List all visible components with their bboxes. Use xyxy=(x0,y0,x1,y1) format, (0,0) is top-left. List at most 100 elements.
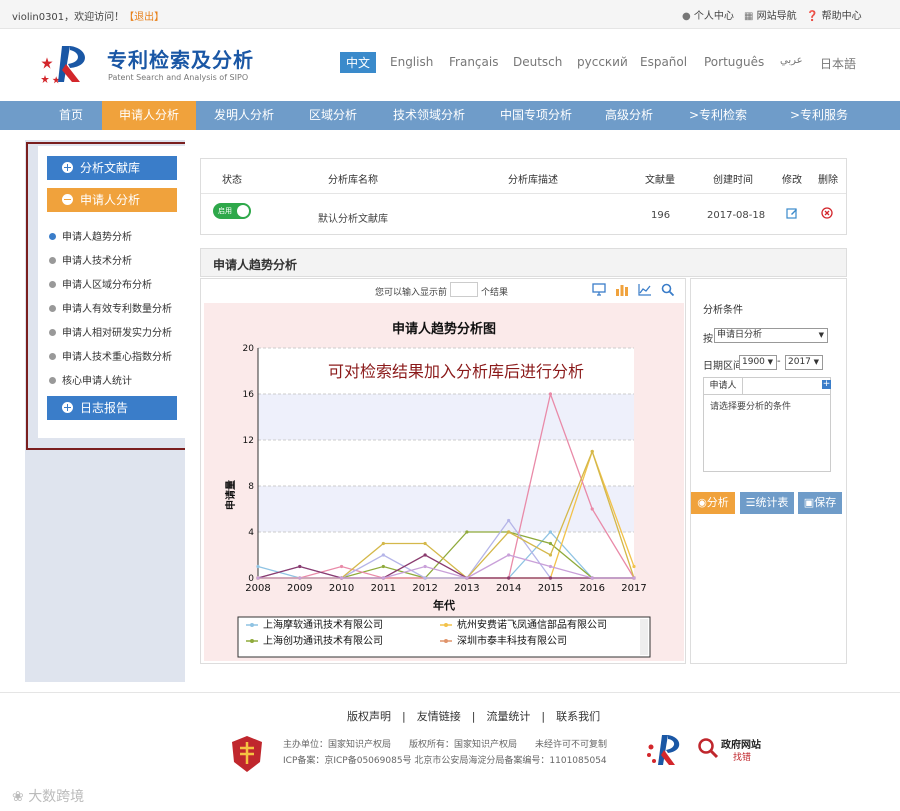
col-delete: 删除 xyxy=(818,175,838,186)
stats-table-button[interactable]: ☰统计表 xyxy=(740,492,794,514)
watermark-logo-icon: ❀ xyxy=(12,789,24,805)
footer-contact-link[interactable]: 联系我们 xyxy=(556,710,600,723)
user-icon: ● xyxy=(682,11,691,22)
line-chart-icon[interactable] xyxy=(638,283,652,296)
lang-es[interactable]: Español xyxy=(640,55,687,69)
data-point xyxy=(590,507,594,511)
help-center-link[interactable]: ❓ 帮助中心 xyxy=(806,7,862,22)
gov-site-badge[interactable]: 政府网站 找错 xyxy=(697,735,767,765)
data-point xyxy=(590,576,594,580)
legend-marker xyxy=(444,623,448,627)
nav-patent-service[interactable]: >专利服务 xyxy=(774,101,864,130)
x-axis-label: 年代 xyxy=(433,598,455,612)
nav-home[interactable]: 首页 xyxy=(40,101,102,130)
footer-traffic-link[interactable]: 流量统计 xyxy=(486,710,530,723)
legend-label[interactable]: 杭州安费诺飞凤通信部品有限公司 xyxy=(457,618,607,631)
legend-marker xyxy=(444,639,448,643)
data-point xyxy=(590,449,594,454)
x-tick-label: 2010 xyxy=(329,583,354,594)
sipo-logo-icon xyxy=(41,46,86,84)
lang-pt[interactable]: Português xyxy=(704,55,764,69)
data-point xyxy=(548,392,553,396)
condition-placeholder[interactable]: 请选择要分析的条件 xyxy=(710,399,791,412)
data-point xyxy=(507,553,511,557)
footer-links: 版权声明 | 友情链接 | 流量统计 | 联系我们 xyxy=(347,710,601,723)
nav-applicant-analysis[interactable]: 申请人分析 xyxy=(102,101,196,130)
data-point xyxy=(548,564,553,569)
footer-friend-links[interactable]: 友情链接 xyxy=(417,710,461,723)
date-to-select[interactable]: 2017 ▼ xyxy=(785,355,823,370)
condition-box: 申请人 请选择要分析的条件 xyxy=(703,377,831,472)
nav-inventor-analysis[interactable]: 发明人分析 xyxy=(200,101,288,130)
y-tick-label: 4 xyxy=(248,528,254,538)
data-point xyxy=(507,518,511,523)
nav-patent-search[interactable]: >专利检索 xyxy=(678,101,758,130)
col-created: 创建时间 xyxy=(713,175,753,186)
search-icon[interactable] xyxy=(661,283,675,296)
magnifier-icon xyxy=(698,738,719,759)
lang-fr[interactable]: Français xyxy=(449,55,498,69)
nav-china-special-analysis[interactable]: 中国专项分析 xyxy=(488,101,584,130)
main-nav: 首页 申请人分析 发明人分析 区域分析 技术领域分析 中国专项分析 高级分析 >… xyxy=(0,101,900,130)
bar-chart-icon[interactable] xyxy=(615,283,629,296)
nav-region-analysis[interactable]: 区域分析 xyxy=(296,101,370,130)
grid-band xyxy=(258,486,634,532)
site-nav-link[interactable]: ▦ 网站导航 xyxy=(744,7,797,22)
edit-icon[interactable] xyxy=(786,207,798,219)
monitor-icon[interactable] xyxy=(592,283,606,296)
nav-tech-field-analysis[interactable]: 技术领域分析 xyxy=(380,101,478,130)
sidebar-highlight-frame xyxy=(26,142,204,450)
y-tick-label: 8 xyxy=(248,482,254,492)
delete-icon[interactable] xyxy=(821,207,833,219)
legend-label[interactable]: 上海创功通讯技术有限公司 xyxy=(263,634,383,647)
welcome-text: violin0301，欢迎访问！【退出】 xyxy=(12,12,165,23)
watermark: ❀ 大数跨境 xyxy=(12,789,85,805)
topn-prompt: 您可以输入显示前 个结果 xyxy=(375,288,509,298)
lang-ar[interactable]: عربي xyxy=(780,55,803,66)
annotation-text: 可对检索结果加入分析库后进行分析 xyxy=(328,362,584,381)
trend-chart: 申请人趋势分析图 048121620 2008 2009 2010 2011 2012 2… xyxy=(224,321,651,658)
logout-link[interactable]: 【退出】 xyxy=(124,12,164,23)
legend-scrollbar[interactable] xyxy=(640,619,648,655)
police-badge-icon[interactable] xyxy=(228,734,266,774)
analysis-by-select[interactable]: 申请日分析 ▼ xyxy=(714,328,828,343)
lang-ja[interactable]: 日本語 xyxy=(820,55,856,72)
add-condition-icon[interactable]: + xyxy=(822,380,831,389)
conditions-title: 分析条件 xyxy=(703,305,743,316)
topn-input[interactable] xyxy=(450,282,478,297)
col-count: 文献量 xyxy=(645,175,675,186)
data-point xyxy=(548,530,553,534)
analyze-button[interactable]: ◉分析 xyxy=(691,492,735,514)
x-tick-label: 2016 xyxy=(579,583,604,594)
status-toggle[interactable]: 启用 xyxy=(213,203,251,219)
footer-icp: ICP备案：京ICP备05069085号 北京市公安局海淀分局备案编号：1101… xyxy=(283,756,607,766)
legend-label[interactable]: 上海摩软通讯技术有限公司 xyxy=(263,618,383,631)
tab-applicant[interactable]: 申请人 xyxy=(704,378,743,395)
data-point xyxy=(256,564,260,569)
by-label: 按 xyxy=(703,334,713,345)
legend-label[interactable]: 深圳市泰丰科技有限公司 xyxy=(457,634,567,647)
legend-marker xyxy=(250,639,254,643)
data-point xyxy=(548,576,553,580)
lang-en[interactable]: English xyxy=(390,55,433,69)
data-point xyxy=(381,541,385,546)
personal-center-link[interactable]: ● 个人中心 xyxy=(682,7,734,22)
lang-de[interactable]: Deutsch xyxy=(513,55,562,69)
col-description: 分析库描述 xyxy=(508,175,558,186)
lang-zh[interactable]: 中文 xyxy=(340,52,377,73)
data-point xyxy=(339,564,344,569)
legend-marker xyxy=(250,623,254,627)
footer-sponsor: 主办单位：国家知识产权局 版权所有：国家知识产权局 未经许可不可复制 xyxy=(283,740,608,750)
y-axis-ticks: 048121620 xyxy=(243,344,255,584)
lang-ru[interactable]: русский xyxy=(577,55,628,69)
footer-copyright-link[interactable]: 版权声明 xyxy=(347,710,391,723)
date-from-select[interactable]: 1900 ▼ xyxy=(739,355,777,370)
data-point xyxy=(423,576,427,580)
col-status: 状态 xyxy=(222,175,242,186)
nav-advanced-analysis[interactable]: 高级分析 xyxy=(596,101,662,130)
x-axis-ticks: 2008 2009 2010 2011 2012 2013 2014 2015 2016 2017 xyxy=(245,583,646,594)
save-button[interactable]: ▣保存 xyxy=(798,492,842,514)
data-point xyxy=(632,564,636,569)
data-point xyxy=(632,576,636,580)
data-point xyxy=(298,564,302,569)
